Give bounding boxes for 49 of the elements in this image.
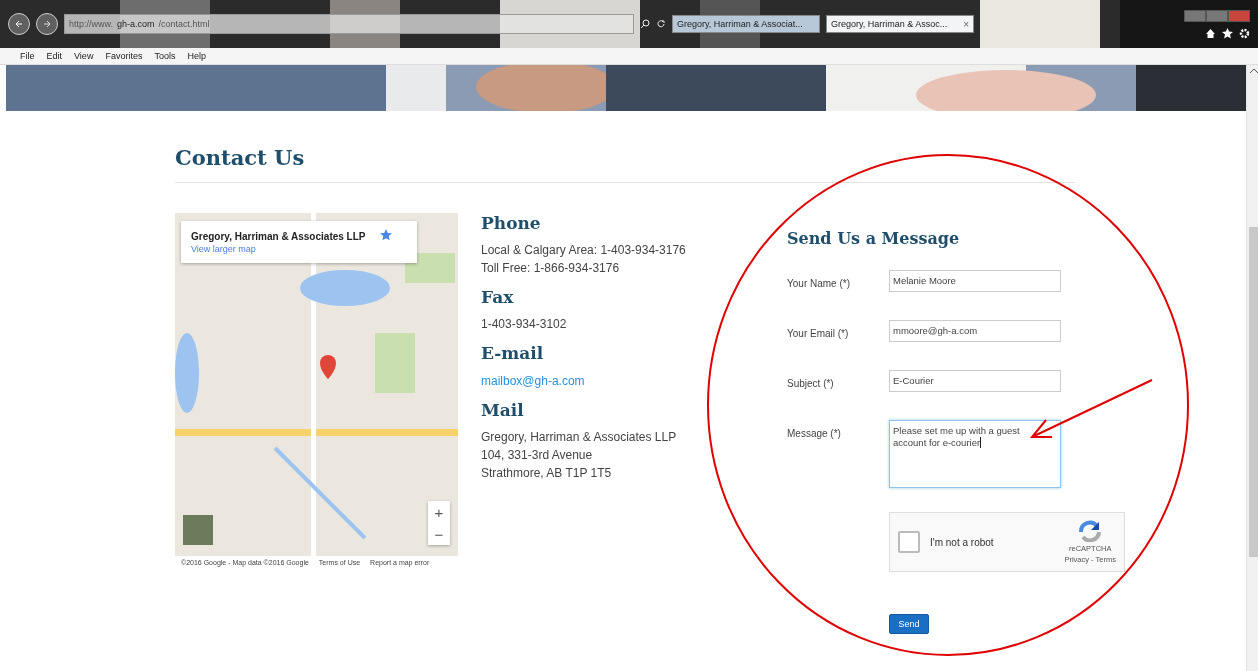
place-title: Gregory, Harriman & Associates LLP [191, 231, 366, 242]
section-heading: Phone [481, 213, 542, 233]
forward-button[interactable] [36, 13, 58, 35]
field-label: Message (*) [787, 427, 842, 441]
contact-line: Gregory, Harriman & Associates LLP [481, 429, 678, 446]
home-icon[interactable] [1205, 27, 1216, 39]
field-label: Your Email (*) [787, 327, 850, 341]
field-label: Your Name (*) [787, 277, 851, 291]
contact-line: 1-403-934-3102 [481, 316, 568, 333]
section-heading: E-mail [481, 343, 545, 363]
captcha-checkbox[interactable] [898, 531, 920, 553]
contact-line: Toll Free: 1-866-934-3176 [481, 260, 621, 277]
form-title: Send Us a Message [787, 229, 961, 248]
send-button[interactable]: Send [889, 614, 929, 634]
menu-item[interactable]: View [74, 51, 94, 61]
star-icon[interactable] [380, 229, 392, 241]
contact-line: Strathmore, AB T1P 1T5 [481, 465, 613, 482]
zoom-in-button[interactable]: + [428, 501, 450, 523]
browser-tab[interactable]: Gregory, Harriman & Assoc... × [826, 15, 974, 33]
view-larger-map-link[interactable]: View larger map [191, 244, 256, 254]
message-field[interactable]: Please set me up with a guest account for e-courier [889, 420, 1061, 488]
forward-arrow-icon [42, 19, 52, 29]
zoom-out-button[interactable]: − [428, 523, 450, 545]
search-icon[interactable] [640, 19, 650, 29]
contact-line: Local & Calgary Area: 1-403-934-3176 [481, 242, 687, 259]
captcha-label: I'm not a robot [930, 536, 994, 548]
browser-tab[interactable]: Gregory, Harriman & Associat... [672, 15, 820, 33]
menu-item[interactable]: Help [187, 51, 206, 61]
input-field[interactable]: mmoore@gh-a.com [889, 320, 1061, 342]
menu-item[interactable]: Edit [46, 51, 63, 61]
refresh-icon[interactable] [656, 19, 666, 29]
section-heading: Fax [481, 287, 515, 307]
page-heading: Contact Us [175, 145, 1075, 183]
address-bar[interactable]: http://www. gh-a.com /contact.html [64, 14, 634, 34]
menu-item[interactable]: File [20, 51, 35, 61]
email-link[interactable]: mailbox@gh-a.com [481, 374, 585, 388]
input-field[interactable]: E-Courier [889, 370, 1061, 392]
scrollbar-thumb[interactable] [1249, 227, 1258, 557]
field-label: Subject (*) [787, 377, 835, 391]
contact-line: 104, 331-3rd Avenue [481, 447, 594, 464]
refresh-icon [1077, 520, 1104, 542]
section-heading: Mail [481, 400, 525, 420]
back-arrow-icon [14, 19, 24, 29]
star-icon[interactable] [1222, 27, 1233, 39]
input-field[interactable]: Melanie Moore [889, 270, 1061, 292]
settings-icon[interactable] [1239, 27, 1250, 39]
menu-item[interactable]: Favorites [105, 51, 143, 61]
back-button[interactable] [8, 13, 30, 35]
menu-item[interactable]: Tools [154, 51, 176, 61]
